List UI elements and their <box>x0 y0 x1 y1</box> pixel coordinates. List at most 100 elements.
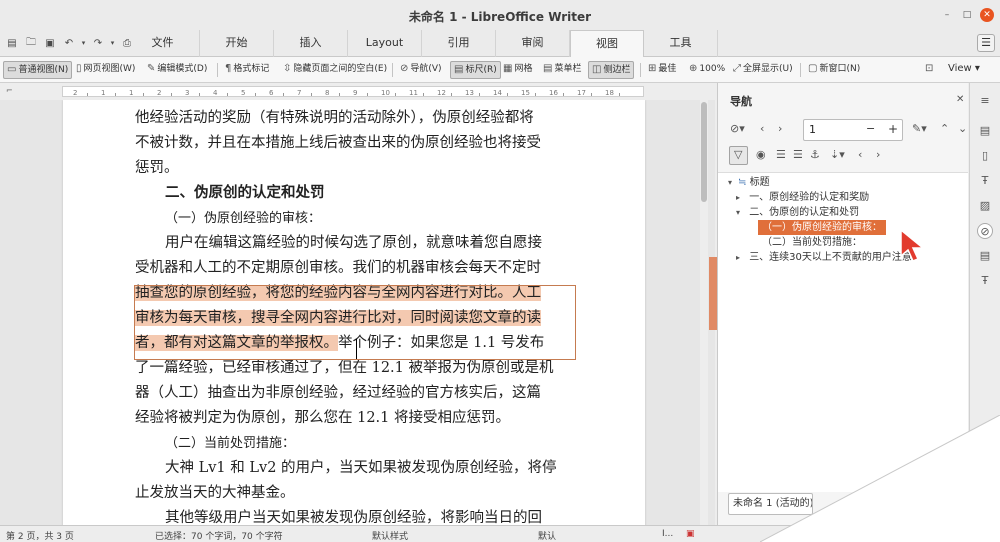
ruler-tick-mark <box>339 93 340 96</box>
tab-insert[interactable]: 插入 <box>274 30 348 57</box>
hide-whitespace-button[interactable]: ⇳ 隐藏页面之间的空白(E) <box>280 61 390 79</box>
tab-file[interactable]: 文件 <box>126 30 200 57</box>
ruler-icon: ▤ <box>454 64 464 75</box>
redo-icon[interactable]: ↷ <box>90 36 106 50</box>
tab-review[interactable]: 审阅 <box>496 30 570 57</box>
tree-item[interactable]: ▸ 三、连续30天以上不贡献的用户注意 <box>736 250 912 265</box>
view-dropdown-button[interactable]: View ▾ <box>945 61 983 79</box>
hide-whitespace-label: 隐藏页面之间的空白(E) <box>293 64 388 74</box>
tree-item-selected[interactable]: （一）伪原创经验的审核： <box>758 220 886 235</box>
zoom-100-button[interactable]: ⊕ 100% <box>686 61 728 79</box>
navigator-tab-icon[interactable]: ⊘ <box>977 223 993 239</box>
open-folder-icon[interactable]: 🗀 <box>23 36 39 50</box>
undo-dropdown-icon[interactable]: ▾ <box>80 36 87 50</box>
close-sidebar-icon[interactable]: ✕ <box>956 94 964 105</box>
demote-chapter-icon[interactable]: › <box>876 148 880 161</box>
ruler-tick-mark <box>563 93 564 96</box>
page-icon[interactable]: ▯ <box>977 148 993 164</box>
promote-level-icon[interactable]: ⌃ <box>940 122 949 135</box>
chevron-down-icon[interactable]: ▾ <box>736 205 746 220</box>
zoom-optimal-button[interactable]: ⊞ 最佳 <box>645 61 679 79</box>
decrement-icon[interactable]: − <box>866 122 875 135</box>
maximize-button[interactable]: □ <box>960 8 974 22</box>
gallery-icon[interactable]: ▨ <box>977 198 993 214</box>
ruler-tick-label: 17 <box>577 89 586 97</box>
edit-mode-label: 编辑模式(D) <box>157 64 208 74</box>
previous-icon[interactable]: ‹ <box>760 122 764 135</box>
selected-text: 抽查您的原创经验，将您的经验内容与全网内容进行对比。人工 <box>135 285 541 301</box>
anchor-icon[interactable]: ⚓ <box>810 148 820 161</box>
menubar-label: 菜单栏 <box>554 64 582 74</box>
fullscreen-button[interactable]: ⤢ 全屏显示(U) <box>730 61 796 79</box>
list-icon[interactable]: ☰ <box>793 148 803 161</box>
sidebar-toggle-button[interactable]: ◫ 侧边栏 <box>588 61 635 79</box>
navigate-by-icon[interactable]: ⊘▾ <box>730 122 745 135</box>
manage-changes-icon[interactable]: ▤ <box>977 248 993 264</box>
styles-icon[interactable]: Ŧ <box>977 173 993 189</box>
promote-chapter-icon[interactable]: ‹ <box>858 148 862 161</box>
ruler-tick-label: 1 <box>101 89 106 97</box>
new-window-button[interactable]: ▢ 新窗口(N) <box>805 61 863 79</box>
scrollbar-thumb[interactable] <box>701 102 707 202</box>
visibility-icon[interactable]: ◉ <box>756 148 766 161</box>
redo-dropdown-icon[interactable]: ▾ <box>109 36 116 50</box>
selected-text: 者，都有对这篇文章的举报权。 <box>135 335 338 351</box>
page-count[interactable]: 第 2 页，共 3 页 <box>6 529 74 542</box>
page-number-spinbox[interactable]: 1 − + <box>803 119 903 141</box>
tree-item[interactable]: ▸ 一、原创经验的认定和奖励 <box>736 190 869 205</box>
tab-layout[interactable]: Layout <box>348 30 422 57</box>
ruler-tick-mark <box>311 93 312 96</box>
menubar-button[interactable]: ▤ 菜单栏 <box>540 61 584 79</box>
headings-icon: ≒ <box>738 177 747 188</box>
design-icon[interactable]: Ŧ <box>977 273 993 289</box>
page-style[interactable]: 默认样式 <box>372 529 408 542</box>
tab-references[interactable]: 引用 <box>422 30 496 57</box>
tree-item[interactable]: ▾ 二、伪原创的认定和处罚 <box>736 205 859 220</box>
demote-level-icon[interactable]: ⌄ <box>958 122 967 135</box>
next-icon[interactable]: › <box>778 122 782 135</box>
list-icon[interactable]: ☰ <box>776 148 786 161</box>
outline-level-icon[interactable]: ⇣▾ <box>830 148 845 161</box>
new-document-icon[interactable]: ▤ <box>4 36 20 50</box>
formatting-marks-button[interactable]: ¶ 格式标记 <box>222 61 272 79</box>
tree-root-headings[interactable]: ▾ ≒ 标题 <box>728 175 770 190</box>
sidebar-collapse-handle[interactable] <box>709 257 717 330</box>
ruler-tick-label: 15 <box>521 89 530 97</box>
ruler-tick-label: 14 <box>493 89 502 97</box>
language[interactable]: 默认 <box>538 529 556 542</box>
chevron-right-icon[interactable]: ▸ <box>736 250 746 265</box>
tab-tools[interactable]: 工具 <box>644 30 718 57</box>
view-settings-icon[interactable]: ⊡ <box>922 61 938 79</box>
tab-home[interactable]: 开始 <box>200 30 274 57</box>
tree-item[interactable]: （二）当前处罚措施： <box>762 235 862 250</box>
minimize-button[interactable]: – <box>940 8 954 22</box>
hamburger-menu-button[interactable]: ☰ <box>977 34 995 52</box>
selection-count[interactable]: 已选择：70 个字词，70 个字符 <box>155 529 283 542</box>
chevron-down-icon[interactable]: ▾ <box>728 175 738 190</box>
grid-button[interactable]: ▦ 网格 <box>500 61 535 79</box>
properties-icon[interactable]: ▤ <box>977 123 993 139</box>
vertical-scrollbar[interactable] <box>700 100 708 525</box>
tab-view[interactable]: 视图 <box>570 30 644 58</box>
chevron-right-icon[interactable]: ▸ <box>736 190 746 205</box>
document-page[interactable]: 他经验活动的奖励（有特殊说明的活动除外），伪原创经验都将 不被计数，并且在本措施… <box>63 100 645 525</box>
close-button[interactable]: ✕ <box>980 8 994 22</box>
rulers-button[interactable]: ▤ 标尺(R) <box>450 61 501 79</box>
edit-mode-button[interactable]: ✎ 编辑模式(D) <box>144 61 210 79</box>
zoom-optimal-icon: ⊞ <box>648 63 657 74</box>
tab-stop-selector-icon[interactable]: ⌐ <box>6 86 13 95</box>
document-area[interactable]: 他经验活动的奖励（有特殊说明的活动除外），伪原创经验都将 不被计数，并且在本措施… <box>0 100 715 525</box>
undo-icon[interactable]: ↶ <box>61 36 77 50</box>
tabbar-menu-icon[interactable]: ≡ <box>977 93 993 109</box>
horizontal-ruler[interactable]: 2 1 1 2 3 4 5 6 7 8 9 10 11 12 13 14 15 16 17 18 <box>62 86 644 97</box>
normal-view-button[interactable]: ▭ 普通视图(N) <box>3 61 73 79</box>
insert-mode[interactable]: I... <box>662 529 673 539</box>
drag-mode-icon[interactable]: ✎▾ <box>912 122 927 135</box>
normal-view-icon: ▭ <box>7 64 17 75</box>
web-view-button[interactable]: ▯ 网页视图(W) <box>73 61 138 79</box>
increment-icon[interactable]: + <box>888 122 898 136</box>
save-icon[interactable]: ▣ <box>42 36 58 50</box>
document-modified-icon[interactable]: ▣ <box>686 529 695 539</box>
navigator-button[interactable]: ⊘ 导航(V) <box>397 61 445 79</box>
document-text[interactable]: 他经验活动的奖励（有特殊说明的活动除外），伪原创经验都将 不被计数，并且在本措施… <box>135 106 581 525</box>
